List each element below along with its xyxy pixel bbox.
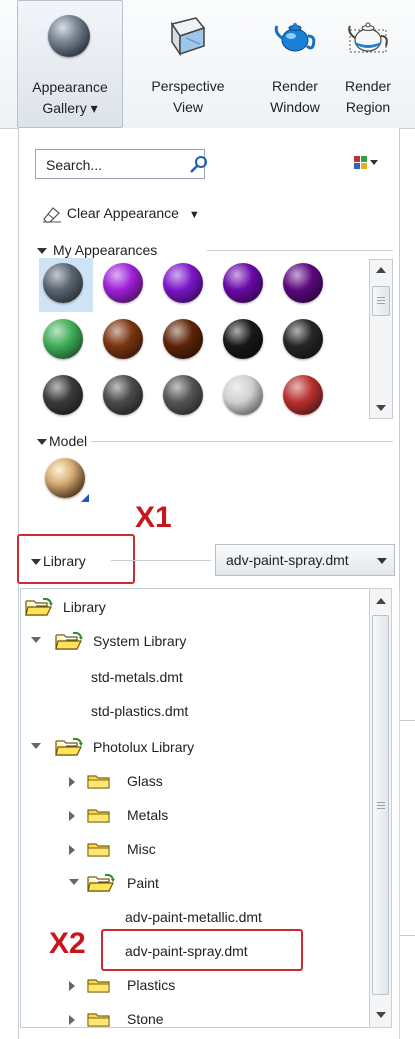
folder-icon xyxy=(87,772,113,797)
my-appearances-header[interactable]: My Appearances xyxy=(37,241,157,259)
expand-arrow-icon[interactable] xyxy=(69,811,75,821)
scroll-up-icon[interactable] xyxy=(370,591,391,611)
appearance-swatch[interactable] xyxy=(283,375,323,415)
scroll-thumb[interactable] xyxy=(372,615,389,995)
folder-icon xyxy=(87,976,113,1001)
model-indicator-icon xyxy=(81,494,89,502)
appearance-swatch[interactable] xyxy=(223,319,263,359)
folder-icon xyxy=(87,806,113,831)
render-window-button[interactable]: Render Window xyxy=(257,0,333,126)
view-options-icon[interactable] xyxy=(354,156,380,173)
model-appearance-swatch[interactable] xyxy=(45,458,85,498)
open-folder-icon xyxy=(55,737,85,763)
render-region-label-2: Region xyxy=(345,99,391,115)
background-strip xyxy=(399,590,415,1039)
expand-arrow-icon[interactable] xyxy=(69,981,75,991)
teapot-region-icon xyxy=(346,14,390,58)
library-label: Library xyxy=(43,553,86,569)
perspective-cube-icon xyxy=(166,14,210,58)
my-appearances-grid xyxy=(39,258,363,418)
render-region-button[interactable]: Render Region xyxy=(335,0,401,126)
folder-icon xyxy=(87,840,113,865)
search-field[interactable] xyxy=(35,149,205,179)
collapse-arrow-icon xyxy=(37,439,47,446)
model-header[interactable]: Model xyxy=(37,432,87,450)
clear-appearance-dropdown[interactable]: ▼ xyxy=(189,209,200,221)
render-window-label-2: Window xyxy=(270,99,320,115)
perspective-label-2: View xyxy=(172,99,204,115)
open-folder-icon xyxy=(25,597,55,623)
section-divider xyxy=(111,560,211,561)
annotation-x2: X2 xyxy=(49,927,86,960)
search-icon[interactable] xyxy=(189,155,209,178)
appearance-swatch[interactable] xyxy=(283,263,323,303)
chevron-down-icon xyxy=(377,558,387,564)
my-appearances-label: My Appearances xyxy=(53,242,158,258)
appearance-swatch[interactable] xyxy=(103,375,143,415)
appearance-gallery-panel: Clear Appearance ▼ My Appearances Model … xyxy=(17,128,400,1039)
appearance-swatch[interactable] xyxy=(43,319,83,359)
expand-arrow-icon[interactable] xyxy=(69,777,75,787)
collapse-arrow-icon[interactable] xyxy=(69,879,79,885)
collapse-arrow-icon xyxy=(37,248,47,255)
model-label: Model xyxy=(49,433,88,449)
clear-appearance-button[interactable]: Clear Appearance ▼ xyxy=(41,202,200,224)
render-region-label-1: Render xyxy=(345,78,391,94)
search-input[interactable] xyxy=(44,151,168,179)
appearance-swatch[interactable] xyxy=(163,263,203,303)
ribbon-toolbar: Appearance Gallery ▾ Perspective View Re… xyxy=(0,0,415,129)
scroll-down-icon[interactable] xyxy=(370,398,392,418)
library-tree-scrollbar[interactable] xyxy=(369,589,391,1027)
appearance-swatch[interactable] xyxy=(163,319,203,359)
folder-icon xyxy=(87,1010,113,1027)
library-header[interactable]: Library xyxy=(31,552,86,570)
render-window-label-1: Render xyxy=(272,78,318,94)
collapse-arrow-icon[interactable] xyxy=(31,637,41,643)
teapot-icon xyxy=(273,14,317,58)
appearance-swatch[interactable] xyxy=(223,375,263,415)
library-tree: Library System Library std-metals.dmt st… xyxy=(20,588,392,1028)
open-folder-icon xyxy=(87,873,117,899)
collapse-arrow-icon xyxy=(31,559,41,566)
expand-arrow-icon[interactable] xyxy=(69,845,75,855)
appearance-swatch[interactable] xyxy=(43,375,83,415)
appearance-gallery-label-2: Gallery ▾ xyxy=(42,100,98,116)
appearance-swatch[interactable] xyxy=(103,263,143,303)
divider xyxy=(400,720,415,721)
section-divider xyxy=(91,441,393,442)
appearance-swatch[interactable] xyxy=(223,263,263,303)
section-divider xyxy=(207,250,393,251)
expand-arrow-icon[interactable] xyxy=(69,1015,75,1025)
annotation-x1: X1 xyxy=(135,501,172,534)
annotation-box-x2 xyxy=(101,929,303,971)
appearance-gallery-label-1: Appearance xyxy=(32,79,108,95)
scroll-thumb[interactable] xyxy=(372,286,390,316)
eraser-icon xyxy=(43,207,61,223)
appearance-gallery-button[interactable]: Appearance Gallery ▾ xyxy=(17,0,123,128)
divider xyxy=(400,935,415,936)
perspective-label-1: Perspective xyxy=(151,78,225,94)
scroll-up-icon[interactable] xyxy=(370,260,392,280)
appearance-sphere-icon xyxy=(48,15,92,59)
my-appearances-scrollbar[interactable] xyxy=(369,259,393,419)
appearance-swatch[interactable] xyxy=(43,263,83,303)
perspective-view-button[interactable]: Perspective View xyxy=(133,0,243,126)
appearance-swatch[interactable] xyxy=(283,319,323,359)
appearance-swatch[interactable] xyxy=(163,375,203,415)
appearance-swatch[interactable] xyxy=(103,319,143,359)
library-file-value: adv-paint-spray.dmt xyxy=(226,552,349,568)
clear-appearance-label: Clear Appearance xyxy=(66,205,179,221)
library-file-select[interactable]: adv-paint-spray.dmt xyxy=(215,544,395,576)
scroll-down-icon[interactable] xyxy=(370,1005,391,1025)
collapse-arrow-icon[interactable] xyxy=(31,743,41,749)
open-folder-icon xyxy=(55,631,85,657)
